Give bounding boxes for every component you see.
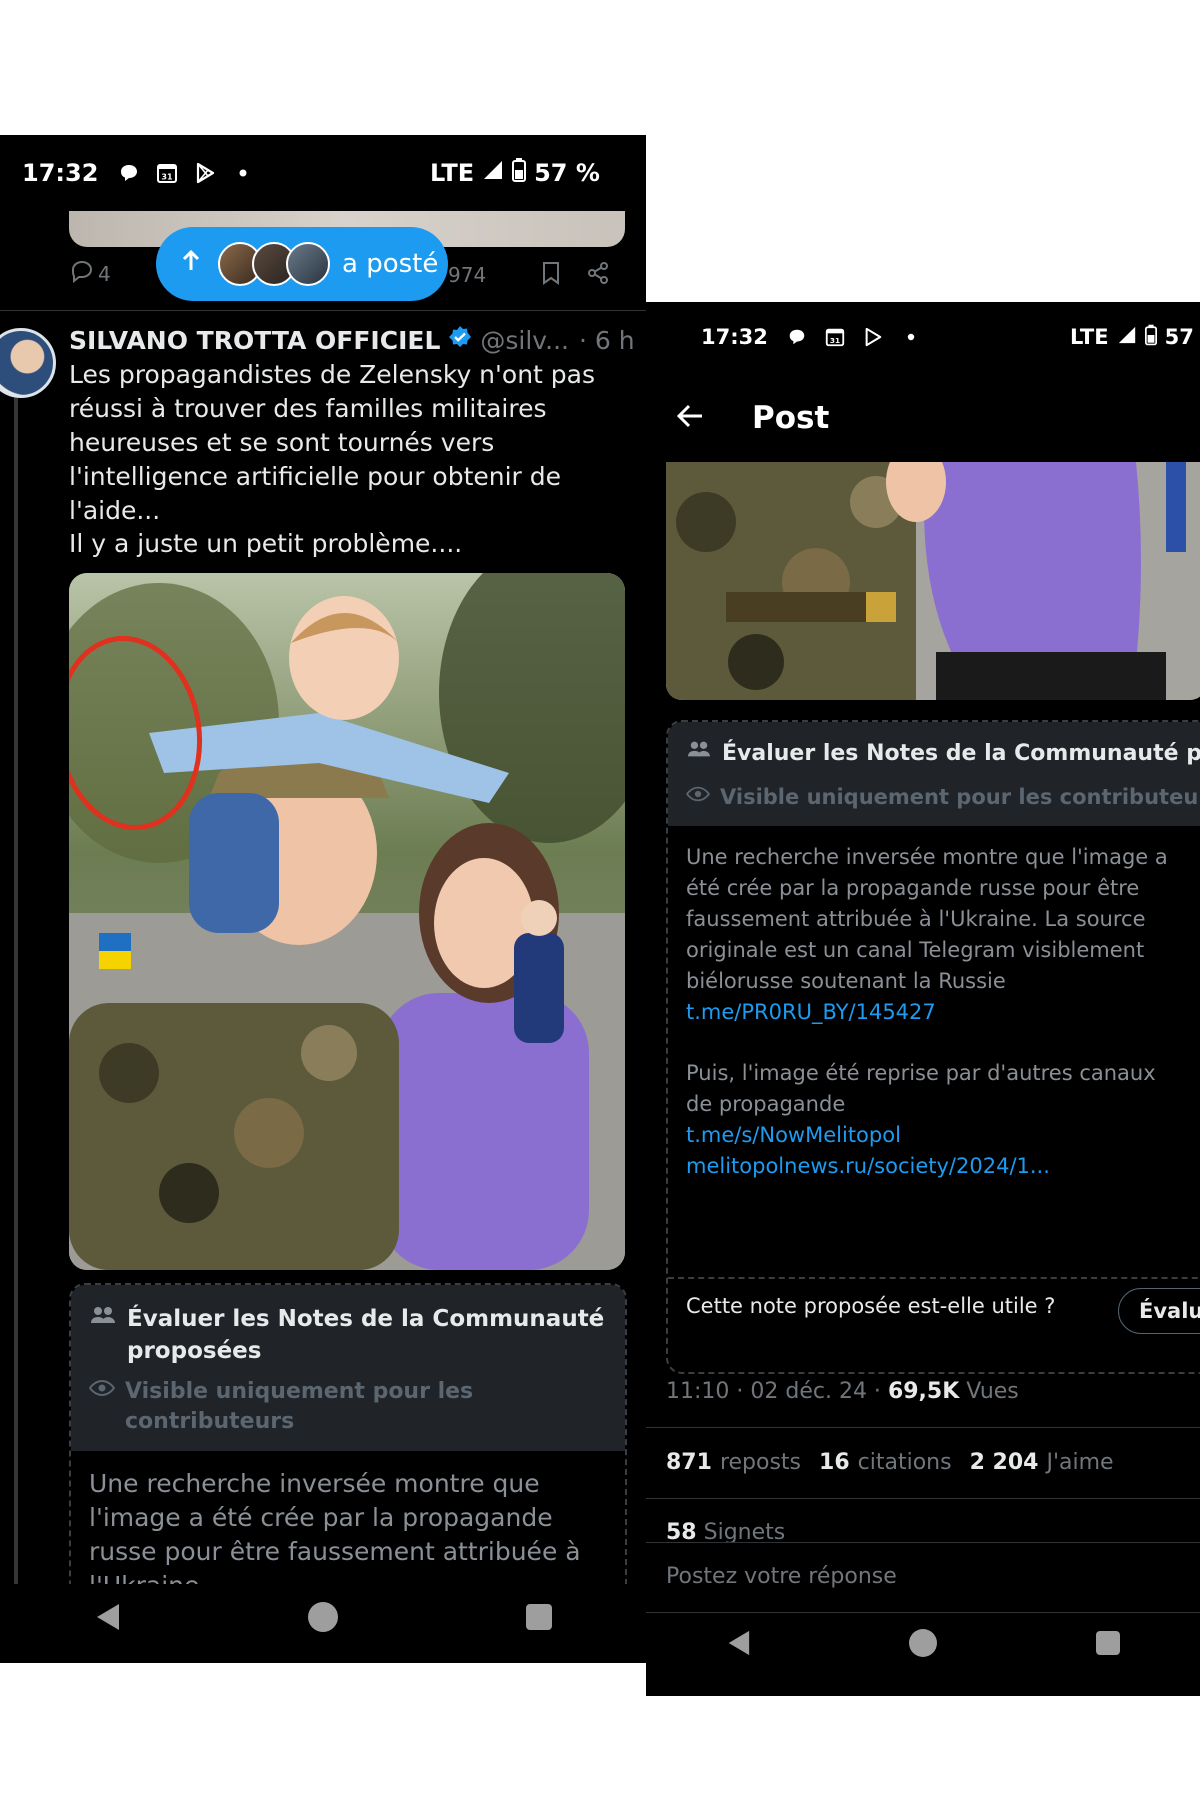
dot-icon [230,160,256,186]
post-photo[interactable] [69,573,625,1270]
play-store-icon [860,324,886,350]
views-count: 974 [448,263,487,287]
reposts-label[interactable]: reposts [720,1450,801,1475]
previous-post-actions: 4 [70,259,111,288]
signal-icon [1117,325,1137,350]
svg-text:31: 31 [162,173,174,182]
recents-nav-icon[interactable] [525,1603,553,1635]
home-nav-icon[interactable] [908,1628,938,1662]
views-partial: 974 [448,263,486,287]
community-note-title: Évaluer les Notes de la Communauté propo… [127,1306,605,1364]
avatar [286,242,330,286]
chat-bubble-icon [116,160,142,186]
thread-line [14,397,18,1587]
network-label: LTE [430,159,475,187]
views-count: 69,5K [887,1379,960,1404]
post-timestamp: 11:10 · 02 déc. 24 · [666,1379,888,1404]
community-note-header: Évaluer les Notes de la Communauté propo… [71,1285,625,1451]
share-icon [586,261,610,290]
battery-percent: 57 [1164,325,1194,349]
community-note-title: Évaluer les Notes de la Communauté propo… [722,741,1200,766]
left-phone-screen: 17:32 31 LTE 57 % 4 974 a posté SILVANO … [0,135,646,1663]
bookmark-button[interactable] [540,261,562,290]
rate-button[interactable]: Évalue [1118,1288,1200,1334]
chat-bubble-icon [784,324,810,350]
post-header: Post [646,372,1200,464]
arrow-up-icon [182,249,200,279]
post-meta: 11:10 · 02 déc. 24 · 69,5K Vues [666,1379,1019,1404]
note-divider [668,1277,1200,1279]
tweet-text: Les propagandistes de Zelensky n'ont pas… [69,360,596,525]
back-nav-icon[interactable] [93,1602,121,1636]
note-link[interactable]: t.me/s/NowMelitopol [686,1120,1186,1151]
views-label: Vues [959,1379,1019,1404]
people-icon [89,1303,117,1367]
status-bar: 17:32 31 LTE 57 [646,302,1200,372]
signal-icon [482,159,504,187]
community-note-body: Une recherche inversée montre que l'imag… [668,826,1200,1198]
post-stats: 871 reposts 16 citations 2 204 J'aime [666,1450,1114,1475]
battery-icon [512,158,527,188]
verified-badge-icon [448,325,472,355]
home-nav-icon[interactable] [307,1601,339,1637]
likes-label[interactable]: J'aime [1046,1450,1113,1475]
reposted-by-pill[interactable]: a posté [156,227,448,301]
quotes-count[interactable]: 16 [819,1450,850,1475]
post-time: · 6 h [579,325,635,355]
bookmarks-count: 58 [666,1520,697,1542]
back-nav-icon[interactable] [725,1629,751,1661]
community-note-panel[interactable]: Évaluer les Notes de la Communauté propo… [69,1283,627,1607]
post-photo[interactable] [666,462,1200,700]
eye-icon [88,1377,116,1437]
network-label: LTE [1070,325,1109,349]
reposts-count[interactable]: 871 [666,1450,712,1475]
reposted-label: a posté [342,249,439,279]
page-title: Post [752,400,830,436]
note-text-1: Une recherche inversée montre que l'imag… [686,845,1168,993]
battery-icon [1144,324,1157,351]
reply-icon[interactable] [70,259,94,288]
battery-percent: 57 % [534,159,600,187]
right-phone-screen: 17:32 31 LTE 57 Post Évaluer les Notes d… [646,302,1200,1696]
status-time: 17:32 [701,325,768,349]
author-avatar[interactable] [0,328,56,398]
tweet-header: SILVANO TROTTA OFFICIEL @silv... · 6 h [69,325,639,355]
author-name[interactable]: SILVANO TROTTA OFFICIEL [69,326,440,355]
community-note-panel[interactable]: Évaluer les Notes de la Communauté propo… [666,720,1200,1374]
visibility-label: Visible uniquement pour les contributeur… [125,1379,474,1434]
note-rating-row: Cette note proposée est-elle utile ? Éva… [686,1288,1200,1334]
recents-nav-icon[interactable] [1095,1630,1121,1660]
eye-icon [686,782,710,812]
people-icon [686,738,712,770]
likes-count[interactable]: 2 204 [970,1450,1039,1475]
reply-count: 4 [98,261,111,286]
reply-input[interactable]: Postez votre réponse [666,1564,897,1589]
note-link[interactable]: t.me/PR0RU_BY/145427 [686,997,1186,1028]
visibility-label: Visible uniquement pour les contributeur… [720,785,1200,809]
android-nav-bar [646,1610,1200,1680]
author-handle: @silv... [480,325,570,355]
status-bar: 17:32 31 LTE 57 % [0,135,646,211]
note-text-2: Puis, l'image été reprise par d'autres c… [686,1061,1156,1116]
calendar-icon: 31 [154,160,180,186]
calendar-icon: 31 [822,324,848,350]
bookmark-icon [540,261,562,290]
reply-placeholder: Postez votre réponse [666,1564,897,1589]
status-time: 17:32 [22,159,99,187]
svg-text:31: 31 [830,336,840,345]
dot-icon [898,324,924,350]
play-store-icon [192,160,218,186]
note-link[interactable]: melitopolnews.ru/society/2024/1... [686,1151,1186,1182]
share-button[interactable] [586,261,610,290]
android-nav-bar [0,1584,646,1654]
tweet-text-2: Il y a juste un petit problème.... [69,529,463,558]
note-question: Cette note proposée est-elle utile ? [686,1294,1056,1318]
bookmarks-label: Signets [703,1520,786,1542]
back-arrow-icon[interactable] [676,403,704,433]
bookmarks-stat[interactable]: 58 Signets [666,1520,785,1542]
quotes-label[interactable]: citations [858,1450,952,1475]
community-note-header: Évaluer les Notes de la Communauté propo… [668,722,1200,826]
